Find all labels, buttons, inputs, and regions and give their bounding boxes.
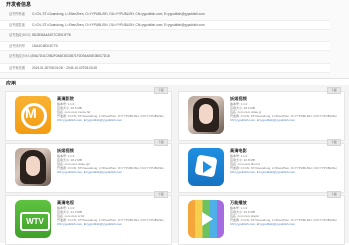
cert-label: 证书颁发者 (9, 23, 25, 27)
cert-value: 2019-01-30T08:03:28 ~ 2045-10-02T08:03:2… (32, 66, 97, 70)
app-card[interactable]: 下载 万能播放 版本号: 1.1.0 应用大小: 19.6 MB 包名: com… (178, 191, 345, 245)
app-email: CN=yypublish.com, E=yypublish@yypublish.… (230, 170, 296, 174)
download-button[interactable]: 下载 (154, 87, 168, 94)
app-email: CN=yypublish.com, E=yypublish@yypublish.… (57, 222, 123, 226)
cert-label: 证书所有者 (9, 12, 25, 16)
blue-play-icon (188, 148, 224, 186)
certificate-panel: 开发者信息 证书所有者 C=CN, ST=Guandong, L=ShenZhe… (0, 0, 349, 79)
certificate-title: 开发者信息 (6, 2, 32, 8)
cert-row-issuer: 证书颁发者 C=CN, ST=Guandong, L=ShenZhen, O=Y… (0, 20, 330, 30)
app-card[interactable]: 下载 M 高清影院 版本号: 1.1.0 应用大小: 20.5 MB 包名: c… (5, 87, 172, 141)
cert-label: 证书有效期 (9, 66, 25, 70)
cert-row-owner: 证书所有者 C=CN, ST=Guandong, L=ShenZhen, O=Y… (0, 10, 330, 18)
download-button[interactable]: 下载 (154, 139, 168, 146)
app-email: CN=yypublish.com, E=yypublish@yypublish.… (57, 118, 123, 122)
download-button[interactable]: 下载 (327, 87, 341, 94)
green-tv-icon: WTV (15, 200, 51, 238)
app-card[interactable]: 下载 妖姬视频 版本号: 1.1.0 应用大小: 18.2 MB 包名: com… (5, 139, 172, 193)
cert-label: 证书序列号 (9, 44, 25, 48)
app-email: CN=yypublish.com, E=yypublish@yypublish.… (57, 170, 123, 174)
cert-row-serial: 证书序列号 1DA4C4B31D77D (0, 41, 330, 51)
app-email: CN=yypublish.com, E=yypublish@yypublish.… (230, 222, 296, 226)
cert-row-validity: 证书有效期 2019-01-30T08:03:28 ~ 2045-10-02T0… (0, 63, 330, 73)
apps-grid: 下载 M 高清影院 版本号: 1.1.0 应用大小: 20.5 MB 包名: c… (0, 85, 349, 245)
download-button[interactable]: 下载 (154, 191, 168, 198)
app-card[interactable]: 下载 WTV 高清电视 版本号: 1.1.0 应用大小: 21.3 MB 包名:… (5, 191, 172, 245)
portrait-photo-icon (15, 148, 51, 186)
cert-label: 证书指纹(MD5) (9, 33, 31, 37)
cert-value: E8A7D41C9B2F0A6E35C8B71F2D94A06E3B5C7D18 (32, 54, 110, 58)
cert-value: 1DA4C4B31D77D (32, 44, 58, 48)
stripe-play-icon (188, 200, 224, 238)
portrait-photo-icon (188, 96, 224, 134)
download-button[interactable]: 下载 (327, 191, 341, 198)
app-card[interactable]: 下载 高清电影 版本号: 1.1.0 应用大小: 22.8 MB 包名: com… (178, 139, 345, 193)
orange-m-icon: M (15, 96, 51, 134)
cert-value: 8D2B36A4A2E7C2E61F7B (32, 33, 71, 37)
app-card[interactable]: 下载 妖姬视频 版本号: 1.1.0 应用大小: 18.2 MB 包名: com… (178, 87, 345, 141)
cert-value: C=CN, ST=Guandong, L=ShenZhen, O=YYPUBLI… (32, 23, 205, 27)
app-email: CN=yypublish.com, E=yypublish@yypublish.… (230, 118, 296, 122)
cert-label: 证书指纹(SHA1) (9, 54, 33, 58)
cert-row-sha1: 证书指纹(SHA1) E8A7D41C9B2F0A6E35C8B71F2D94A… (0, 52, 330, 60)
cert-value: C=CN, ST=Guandong, L=ShenZhen, O=YYPUBLI… (32, 12, 205, 16)
cert-row-md5: 证书指纹(MD5) 8D2B36A4A2E7C2E61F7B (0, 31, 330, 39)
download-button[interactable]: 下载 (327, 139, 341, 146)
